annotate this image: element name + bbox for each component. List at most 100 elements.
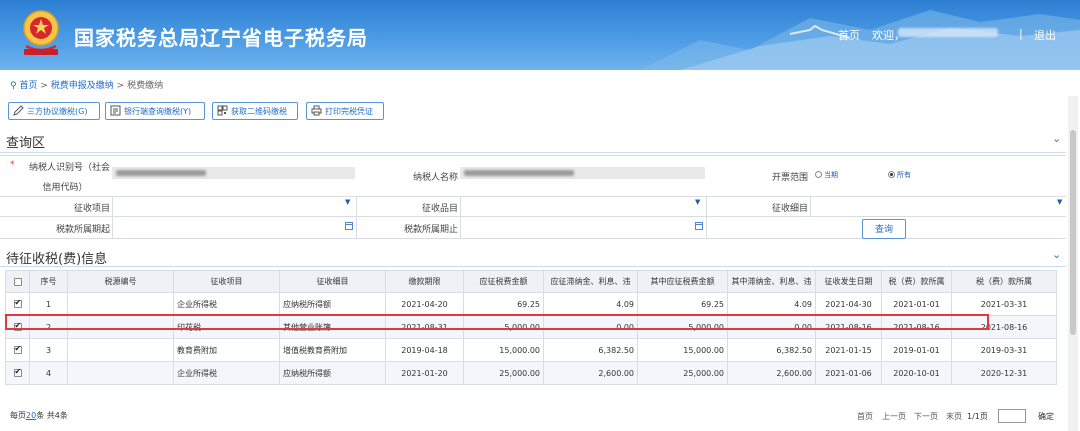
logout-link[interactable]: 退出	[1034, 27, 1056, 43]
row-checkbox[interactable]	[13, 298, 22, 308]
cell-subitem: 增值税教育费附加	[279, 338, 386, 362]
column-header[interactable]: 税源编号	[67, 270, 174, 293]
page-confirm-button[interactable]: 确定	[1038, 411, 1054, 422]
levy-item-select[interactable]: ▼	[112, 196, 357, 216]
radio-all[interactable]	[888, 171, 895, 178]
column-header[interactable]: 应征滞纳金、利息、违	[543, 270, 638, 293]
radio-all-label: 所有	[897, 171, 911, 179]
row-checkbox[interactable]	[13, 321, 22, 331]
cell-penalty: 6,382.50	[543, 338, 638, 362]
period-end-input[interactable]	[460, 216, 707, 238]
site-title: 国家税务总局辽宁省电子税务局	[74, 26, 368, 50]
tax-emblem-logo	[23, 10, 59, 55]
column-header[interactable]: 其中应征税费金额	[637, 270, 728, 293]
column-header[interactable]: 其中滞纳金、利息、违	[727, 270, 816, 293]
cell-period-to: 2020-12-31	[951, 361, 1057, 385]
cell-source	[67, 338, 174, 362]
cell-source	[67, 292, 174, 316]
cell-occur-date: 2021-04-30	[815, 292, 882, 316]
row-select[interactable]	[5, 315, 30, 339]
column-header[interactable]: 征收项目	[173, 270, 280, 293]
levy-subitem-label: 征收细目	[771, 204, 808, 214]
taxpayer-id-field[interactable]	[112, 167, 355, 179]
pending-section-title: 待征收税(费)信息	[6, 252, 108, 267]
column-header[interactable]: 税（费）款所属	[951, 270, 1057, 293]
column-header[interactable]: 税（费）款所属	[881, 270, 952, 293]
prev-page-link[interactable]: 上一页	[882, 411, 906, 422]
table-row[interactable]: 1 企业所得税 应纳税所得额 2021-04-20 69.25 4.09 69.…	[5, 292, 1057, 316]
taxpayer-name-field[interactable]	[460, 167, 705, 179]
cell-subitem: 其他营业账簿	[279, 315, 386, 339]
bank-pay-button[interactable]: 银行端查询缴税(Y)	[105, 102, 205, 120]
bank-icon	[110, 105, 121, 116]
home-link[interactable]: 首页	[838, 27, 860, 43]
cell-no: 1	[29, 292, 68, 316]
page-number-input[interactable]	[998, 409, 1026, 423]
cell-of-amount: 5,000.00	[637, 315, 728, 339]
column-header[interactable]: 征收发生日期	[815, 270, 882, 293]
column-header[interactable]: 应征税费金额	[463, 270, 544, 293]
header-select-all[interactable]	[5, 270, 30, 293]
period-start-input[interactable]	[112, 216, 357, 238]
table-row[interactable]: 4 企业所得税 应纳税所得额 2021-01-20 25,000.00 2,60…	[5, 361, 1057, 385]
next-page-link[interactable]: 下一页	[914, 411, 938, 422]
levy-subitem-select[interactable]: ▼	[810, 196, 1067, 216]
collapse-chevron-icon[interactable]: ⌄	[1052, 248, 1061, 261]
cell-period-to: 2021-08-16	[951, 315, 1057, 339]
dropdown-arrow-icon: ▼	[1057, 198, 1063, 206]
button-label: 打印完税凭证	[325, 107, 373, 116]
levy-category-select[interactable]: ▼	[460, 196, 707, 216]
last-page-link[interactable]: 末页	[946, 411, 962, 422]
radio-current[interactable]	[815, 171, 822, 178]
calendar-icon[interactable]	[345, 222, 353, 230]
radio-current-label: 当期	[824, 171, 838, 179]
row-checkbox[interactable]	[13, 367, 22, 377]
location-pin-icon: ⚲	[10, 81, 17, 91]
cell-occur-date: 2021-08-16	[815, 315, 882, 339]
cell-item: 教育费附加	[173, 338, 280, 362]
collapse-chevron-icon[interactable]: ⌄	[1052, 132, 1061, 145]
required-mark: *	[10, 160, 15, 170]
button-label: 银行端查询缴税(Y)	[124, 107, 192, 116]
button-label: 三方协议缴税(G)	[27, 107, 88, 116]
taxpayer-id-label-line1: 纳税人识别号（社会	[28, 163, 110, 173]
row-select[interactable]	[5, 361, 30, 385]
cell-amount: 69.25	[463, 292, 544, 316]
table-row[interactable]: 2 印花税 其他营业账簿 2021-08-31 5,000.00 0.00 5,…	[5, 315, 1057, 339]
cell-no: 2	[29, 315, 68, 339]
row-checkbox[interactable]	[13, 344, 22, 354]
select-all-checkbox[interactable]	[13, 277, 22, 286]
tripartite-pay-button[interactable]: 三方协议缴税(G)	[8, 102, 100, 120]
table-header-row: 序号 税源编号 征收项目 征收细目 缴款期限 应征税费金额 应征滞纳金、利息、违…	[5, 270, 1057, 293]
breadcrumb-home[interactable]: 首页	[19, 81, 37, 91]
print-receipt-button[interactable]: 打印完税凭证	[306, 102, 384, 120]
breadcrumb-tax-filing[interactable]: 税费申报及缴纳	[51, 81, 114, 91]
cell-occur-date: 2021-01-06	[815, 361, 882, 385]
cell-period-from: 2021-01-01	[881, 292, 952, 316]
row-select[interactable]	[5, 338, 30, 362]
cell-of-penalty: 6,382.50	[727, 338, 816, 362]
breadcrumb-current: 税费缴纳	[127, 81, 164, 91]
cell-item: 企业所得税	[173, 361, 280, 385]
great-wall-graphic	[640, 10, 1080, 70]
per-page-link[interactable]: 20	[26, 411, 36, 420]
cell-source	[67, 315, 174, 339]
cell-of-penalty: 2,600.00	[727, 361, 816, 385]
cell-no: 3	[29, 338, 68, 362]
pending-tax-table: 序号 税源编号 征收项目 征收细目 缴款期限 应征税费金额 应征滞纳金、利息、违…	[5, 270, 1057, 385]
cell-item: 印花税	[173, 315, 280, 339]
breadcrumb: ⚲ 首页 > 税费申报及缴纳 > 税费缴纳	[10, 78, 163, 91]
column-header[interactable]: 缴款期限	[385, 270, 464, 293]
column-header[interactable]: 征收细目	[279, 270, 386, 293]
query-section-title: 查询区	[6, 136, 46, 151]
query-button[interactable]: 查询	[862, 219, 906, 239]
table-row[interactable]: 3 教育费附加 增值税教育费附加 2019-04-18 15,000.00 6,…	[5, 338, 1057, 362]
calendar-icon[interactable]	[695, 222, 703, 230]
cell-deadline: 2019-04-18	[385, 338, 464, 362]
dropdown-arrow-icon: ▼	[345, 198, 351, 206]
column-header[interactable]: 序号	[29, 270, 68, 293]
first-page-link[interactable]: 首页	[857, 411, 873, 422]
vertical-scrollbar-thumb[interactable]	[1070, 130, 1076, 335]
qrcode-pay-button[interactable]: 获取二维码缴税	[212, 102, 298, 120]
row-select[interactable]	[5, 292, 30, 316]
